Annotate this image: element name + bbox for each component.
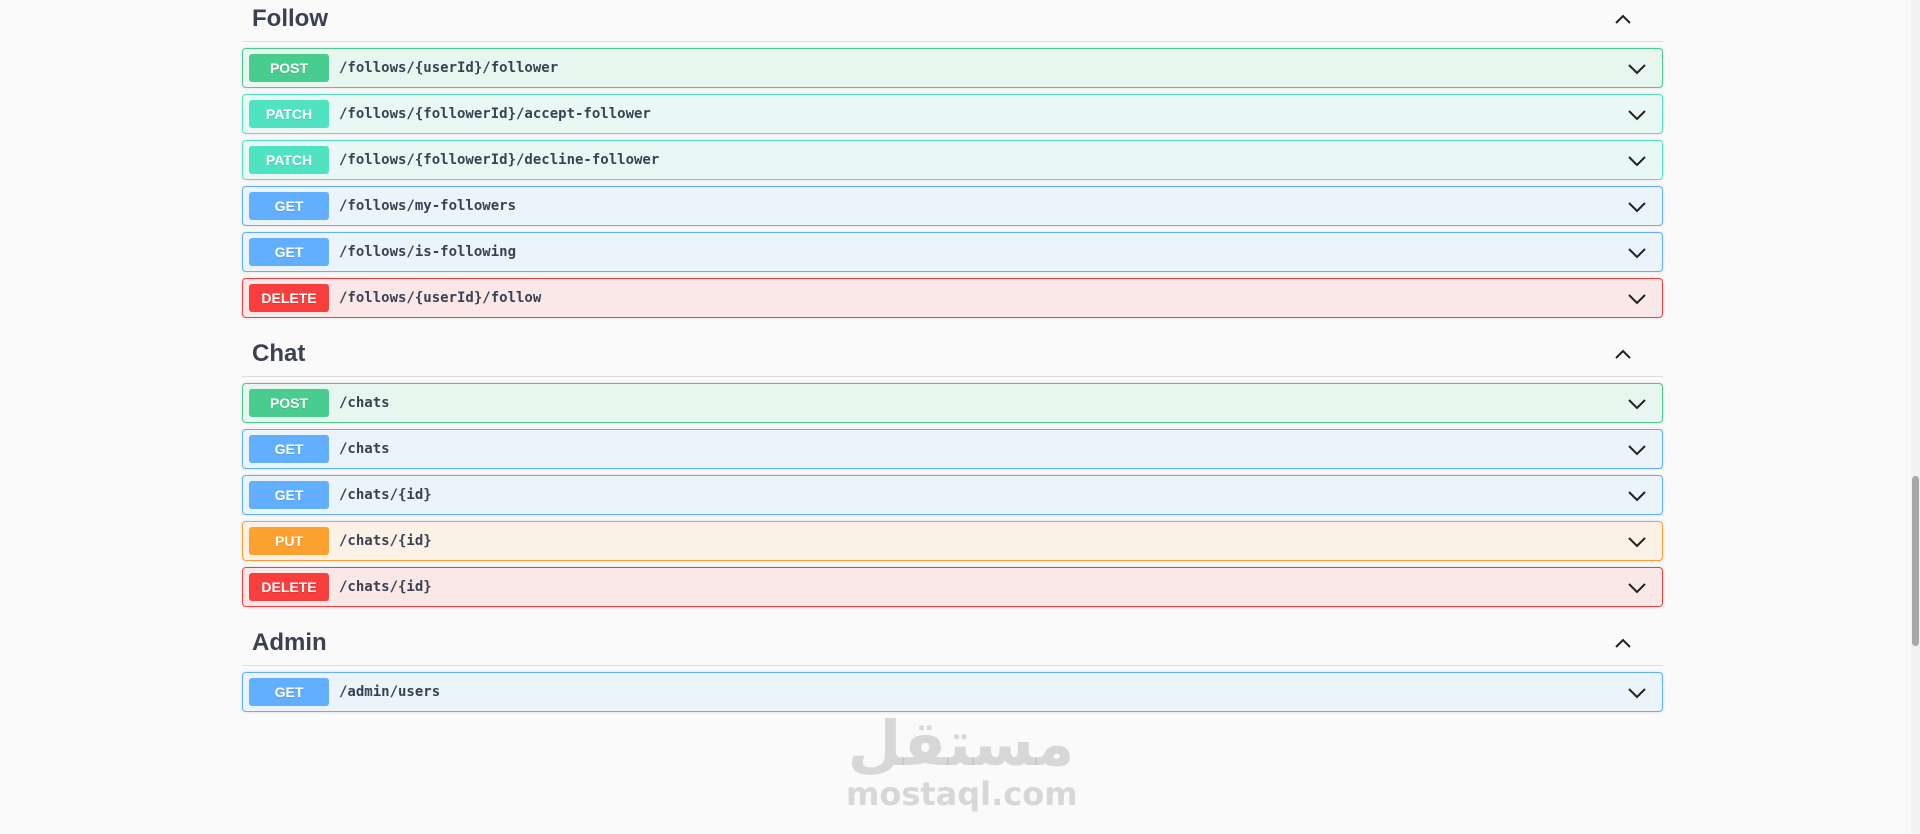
- scrollbar-thumb[interactable]: [1912, 476, 1919, 646]
- chevron-down-icon[interactable]: [1626, 150, 1648, 172]
- chevron-down-icon[interactable]: [1626, 104, 1648, 126]
- operation-path: /chats/{id}: [339, 533, 432, 549]
- section-header[interactable]: Admin: [242, 621, 1663, 666]
- chevron-up-icon[interactable]: [1611, 7, 1635, 31]
- operation-row[interactable]: GET /chats: [242, 429, 1663, 469]
- chevron-down-icon[interactable]: [1626, 242, 1648, 264]
- method-badge: GET: [249, 435, 329, 463]
- chevron-down-icon[interactable]: [1626, 196, 1648, 218]
- operation-row[interactable]: PATCH /follows/{followerId}/accept-follo…: [242, 94, 1663, 134]
- operation-row[interactable]: GET /follows/my-followers: [242, 186, 1663, 226]
- chevron-down-icon[interactable]: [1626, 288, 1648, 310]
- operation-row[interactable]: PATCH /follows/{followerId}/decline-foll…: [242, 140, 1663, 180]
- method-badge: GET: [249, 678, 329, 706]
- method-badge: DELETE: [249, 573, 329, 601]
- operation-path: /chats: [339, 395, 390, 411]
- chevron-down-icon[interactable]: [1626, 577, 1648, 599]
- operation-row[interactable]: DELETE /follows/{userId}/follow: [242, 278, 1663, 318]
- section-header[interactable]: Chat: [242, 332, 1663, 377]
- scrollbar[interactable]: [1911, 0, 1920, 834]
- operation-row[interactable]: GET /chats/{id}: [242, 475, 1663, 515]
- section-follow: Follow POST /follows/{userId}/follower P…: [242, 0, 1663, 318]
- operation-path: /admin/users: [339, 684, 441, 700]
- operation-path: /follows/{followerId}/decline-follower: [339, 152, 660, 168]
- chevron-down-icon[interactable]: [1626, 393, 1648, 415]
- chevron-down-icon[interactable]: [1626, 439, 1648, 461]
- operation-row[interactable]: POST /follows/{userId}/follower: [242, 48, 1663, 88]
- chevron-down-icon[interactable]: [1626, 58, 1648, 80]
- operation-row[interactable]: POST /chats: [242, 383, 1663, 423]
- operation-row[interactable]: PUT /chats/{id}: [242, 521, 1663, 561]
- watermark-arabic: مستقل: [847, 707, 1075, 780]
- method-badge: PATCH: [249, 146, 329, 174]
- operation-row[interactable]: GET /admin/users: [242, 672, 1663, 712]
- operation-path: /chats: [339, 441, 390, 457]
- section-title: Chat: [252, 340, 306, 367]
- api-operations-list: Follow POST /follows/{userId}/follower P…: [242, 0, 1663, 712]
- operation-path: /follows/{userId}/follow: [339, 290, 542, 306]
- method-badge: DELETE: [249, 284, 329, 312]
- method-badge: GET: [249, 192, 329, 220]
- operation-path: /follows/my-followers: [339, 198, 517, 214]
- method-badge: GET: [249, 238, 329, 266]
- section-title: Admin: [252, 629, 327, 656]
- chevron-up-icon[interactable]: [1611, 631, 1635, 655]
- method-badge: POST: [249, 54, 329, 82]
- watermark-latin: mostaql.com: [846, 775, 1078, 813]
- section-header[interactable]: Follow: [242, 0, 1663, 42]
- section-admin: Admin GET /admin/users: [242, 621, 1663, 712]
- section-chat: Chat POST /chats GET /chats GET /chats/{…: [242, 332, 1663, 607]
- method-badge: PATCH: [249, 100, 329, 128]
- method-badge: POST: [249, 389, 329, 417]
- chevron-down-icon[interactable]: [1626, 485, 1648, 507]
- operation-path: /chats/{id}: [339, 579, 432, 595]
- operation-row[interactable]: DELETE /chats/{id}: [242, 567, 1663, 607]
- operation-row[interactable]: GET /follows/is-following: [242, 232, 1663, 272]
- operation-path: /follows/is-following: [339, 244, 517, 260]
- operation-path: /chats/{id}: [339, 487, 432, 503]
- method-badge: PUT: [249, 527, 329, 555]
- chevron-down-icon[interactable]: [1626, 531, 1648, 553]
- section-title: Follow: [252, 5, 328, 32]
- chevron-up-icon[interactable]: [1611, 342, 1635, 366]
- operation-path: /follows/{userId}/follower: [339, 60, 559, 76]
- operation-path: /follows/{followerId}/accept-follower: [339, 106, 651, 122]
- method-badge: GET: [249, 481, 329, 509]
- chevron-down-icon[interactable]: [1626, 682, 1648, 704]
- mostaql-watermark: مستقل mostaql.com: [846, 707, 1078, 813]
